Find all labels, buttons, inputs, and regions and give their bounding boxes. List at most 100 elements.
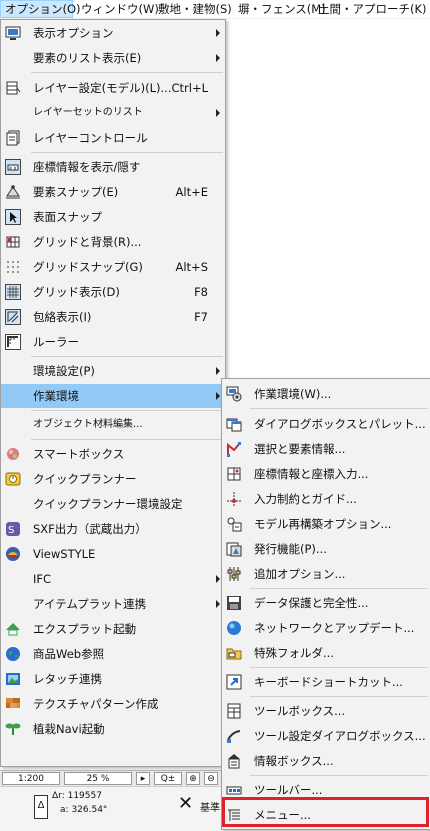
layer-settings-icon bbox=[5, 80, 21, 96]
menu-item-layer-set-list[interactable]: レイヤーセットのリスト bbox=[1, 101, 225, 125]
menu-separator bbox=[250, 667, 428, 668]
network-update-icon bbox=[226, 620, 242, 636]
menu-item-object-material-edit[interactable]: オブジェクト材料編集... bbox=[1, 413, 225, 437]
dr-readout: Δr: 119557 bbox=[52, 791, 102, 801]
publish-icon bbox=[226, 541, 242, 557]
delta-icon: Δ bbox=[34, 795, 48, 819]
menu-separator bbox=[31, 410, 223, 411]
submenu-item-input-constraint[interactable]: 入力制約とガイド... bbox=[222, 487, 430, 511]
menu-item-element-list[interactable]: 要素のリスト表示(E) bbox=[1, 46, 225, 70]
menu-separator bbox=[31, 439, 223, 440]
submenu-item-model-rebuild[interactable]: モデル再構築オプション... bbox=[222, 512, 430, 536]
zoom-in-button[interactable]: ⊕ bbox=[186, 772, 200, 785]
cross-icon[interactable]: ✕ bbox=[178, 793, 193, 814]
special-folder-icon bbox=[226, 645, 242, 661]
menu-separator bbox=[31, 356, 223, 357]
menu-item-viewstyle[interactable]: ViewSTYLE bbox=[1, 542, 225, 566]
menu-separator bbox=[250, 408, 428, 409]
angle-readout: a: 326.54° bbox=[60, 805, 108, 815]
smartbox-icon bbox=[5, 446, 21, 462]
surface-snap-icon bbox=[5, 209, 21, 225]
globe-icon bbox=[5, 646, 21, 662]
submenu-arrow-icon bbox=[216, 367, 220, 375]
menu-site-building[interactable]: 敷地・建物(S) bbox=[154, 0, 236, 18]
options-dropdown-menu: 表示オプション 要素のリスト表示(E) レイヤー設定(モデル)(L)... Ct… bbox=[0, 19, 226, 767]
menu-item-ifc[interactable]: IFC bbox=[1, 567, 225, 591]
display-options-icon bbox=[5, 25, 21, 41]
submenu-item-coordinate-input[interactable]: 座標情報と座標入力... bbox=[222, 462, 430, 486]
work-environment-submenu: 作業環境(W)... ダイアログボックスとパレット... 選択と要素情報... … bbox=[221, 378, 430, 830]
menu-item-smartbox[interactable]: スマートボックス bbox=[1, 442, 225, 466]
menu-item-grid-snap[interactable]: グリッドスナップ(G) Alt+S bbox=[1, 255, 225, 279]
grid-display-icon bbox=[5, 284, 21, 300]
menu-item-envelope-display[interactable]: 包絡表示(I) F7 bbox=[1, 305, 225, 329]
menu-item-surface-snap[interactable]: 表面スナップ bbox=[1, 205, 225, 229]
submenu-item-more-options[interactable]: 追加オプション... bbox=[222, 562, 430, 586]
zoom-out-button[interactable]: ⊖ bbox=[204, 772, 218, 785]
submenu-item-dialog-palette[interactable]: ダイアログボックスとパレット... bbox=[222, 412, 430, 436]
submenu-item-info-box[interactable]: 情報ボックス... bbox=[222, 749, 430, 773]
submenu-arrow-icon bbox=[216, 392, 220, 400]
sxf-output-icon: S bbox=[5, 521, 21, 537]
menu-item-work-environment[interactable]: 作業環境 bbox=[1, 384, 225, 408]
coordinate-input-icon bbox=[226, 466, 242, 482]
menu-item-preferences[interactable]: 環境設定(P) bbox=[1, 359, 225, 383]
submenu-item-network-update[interactable]: ネットワークとアップデート... bbox=[222, 616, 430, 640]
submenu-item-tool-settings[interactable]: ツール設定ダイアログボックス... bbox=[222, 724, 430, 748]
submenu-arrow-icon bbox=[216, 54, 220, 62]
toolbar-icon bbox=[226, 782, 242, 798]
submenu-item-publish[interactable]: 発行機能(P)... bbox=[222, 537, 430, 561]
submenu-item-selection-info[interactable]: 選択と要素情報... bbox=[222, 437, 430, 461]
submenu-arrow-icon bbox=[216, 600, 220, 608]
reference-label: 基準 bbox=[200, 803, 220, 814]
menu-item-plant-navi[interactable]: 植栽Navi起動 bbox=[1, 717, 225, 741]
input-constraint-icon bbox=[226, 491, 242, 507]
menu-options[interactable]: オプション(O) bbox=[0, 0, 81, 18]
quick-planner-icon bbox=[5, 471, 21, 487]
keyboard-shortcut-icon bbox=[226, 674, 242, 690]
zoom-menu-button[interactable]: ▸ bbox=[136, 772, 150, 785]
more-options-icon bbox=[226, 566, 242, 582]
menu-item-element-snap[interactable]: 要素スナップ(E) Alt+E bbox=[1, 180, 225, 204]
model-rebuild-icon bbox=[226, 516, 242, 532]
ruler-icon bbox=[5, 334, 21, 350]
menu-item-layer-control[interactable]: レイヤーコントロール bbox=[1, 126, 225, 150]
zoom-status-bar: 1:200 25 % ▸ Q± ⊕ ⊖ bbox=[0, 770, 221, 787]
menu-item-sxf-output[interactable]: S SXF出力（武蔵出力） bbox=[1, 517, 225, 541]
menu-item-display-options[interactable]: 表示オプション bbox=[1, 21, 225, 45]
menu-item-ruler[interactable]: ルーラー bbox=[1, 330, 225, 354]
menu-item-explat-launch[interactable]: エクスプラット起動 bbox=[1, 617, 225, 641]
submenu-item-data-safety[interactable]: データ保護と完全性... bbox=[222, 591, 430, 615]
menu-item-coordinate-info[interactable]: x y 座標情報を表示/隠す bbox=[1, 155, 225, 179]
submenu-item-keyboard-shortcut[interactable]: キーボードショートカット... bbox=[222, 670, 430, 694]
submenu-item-special-folder[interactable]: 特殊フォルダ... bbox=[222, 641, 430, 665]
menu-item-texture-pattern[interactable]: テクスチャパターン作成 bbox=[1, 692, 225, 716]
tool-settings-icon bbox=[226, 728, 242, 744]
menu-item-itemplat-link[interactable]: アイテムプラット連携 bbox=[1, 592, 225, 616]
work-environment-icon bbox=[226, 386, 242, 402]
toolbox-icon bbox=[226, 703, 242, 719]
menu-item-quick-planner[interactable]: クイックプランナー bbox=[1, 467, 225, 491]
envelope-display-icon bbox=[5, 309, 21, 325]
zoom-fit-button[interactable]: Q± bbox=[154, 772, 182, 785]
submenu-item-toolbox[interactable]: ツールボックス... bbox=[222, 699, 430, 723]
menu-separator bbox=[250, 775, 428, 776]
menu-item-grid-display[interactable]: グリッド表示(D) F8 bbox=[1, 280, 225, 304]
info-box-icon bbox=[226, 753, 242, 769]
submenu-arrow-icon bbox=[216, 575, 220, 583]
menu-item-retouch-link[interactable]: レタッチ連携 bbox=[1, 667, 225, 691]
menu-item-product-web[interactable]: 商品Web参照 bbox=[1, 642, 225, 666]
layer-control-icon bbox=[5, 130, 21, 146]
menu-separator bbox=[250, 588, 428, 589]
zoom-field[interactable]: 25 % bbox=[64, 772, 132, 785]
scale-field[interactable]: 1:200 bbox=[2, 772, 60, 785]
coordinate-box: Δ Δr: 119557 a: 326.54° ✕ 基準 bbox=[0, 786, 221, 831]
menu-item-layer-settings[interactable]: レイヤー設定(モデル)(L)... Ctrl+L bbox=[1, 76, 225, 100]
menu-separator bbox=[31, 152, 223, 153]
menu-floor-approach[interactable]: 土間・アプローチ(K) bbox=[314, 0, 430, 18]
menu-window[interactable]: ウィンドウ(W) bbox=[77, 0, 163, 18]
menu-item-grid-background[interactable]: グリッドと背景(R)... bbox=[1, 230, 225, 254]
submenu-item-work-environment[interactable]: 作業環境(W)... bbox=[222, 382, 430, 406]
dialog-palette-icon bbox=[226, 416, 242, 432]
menu-item-quick-planner-settings[interactable]: クイックプランナー環境設定 bbox=[1, 492, 225, 516]
